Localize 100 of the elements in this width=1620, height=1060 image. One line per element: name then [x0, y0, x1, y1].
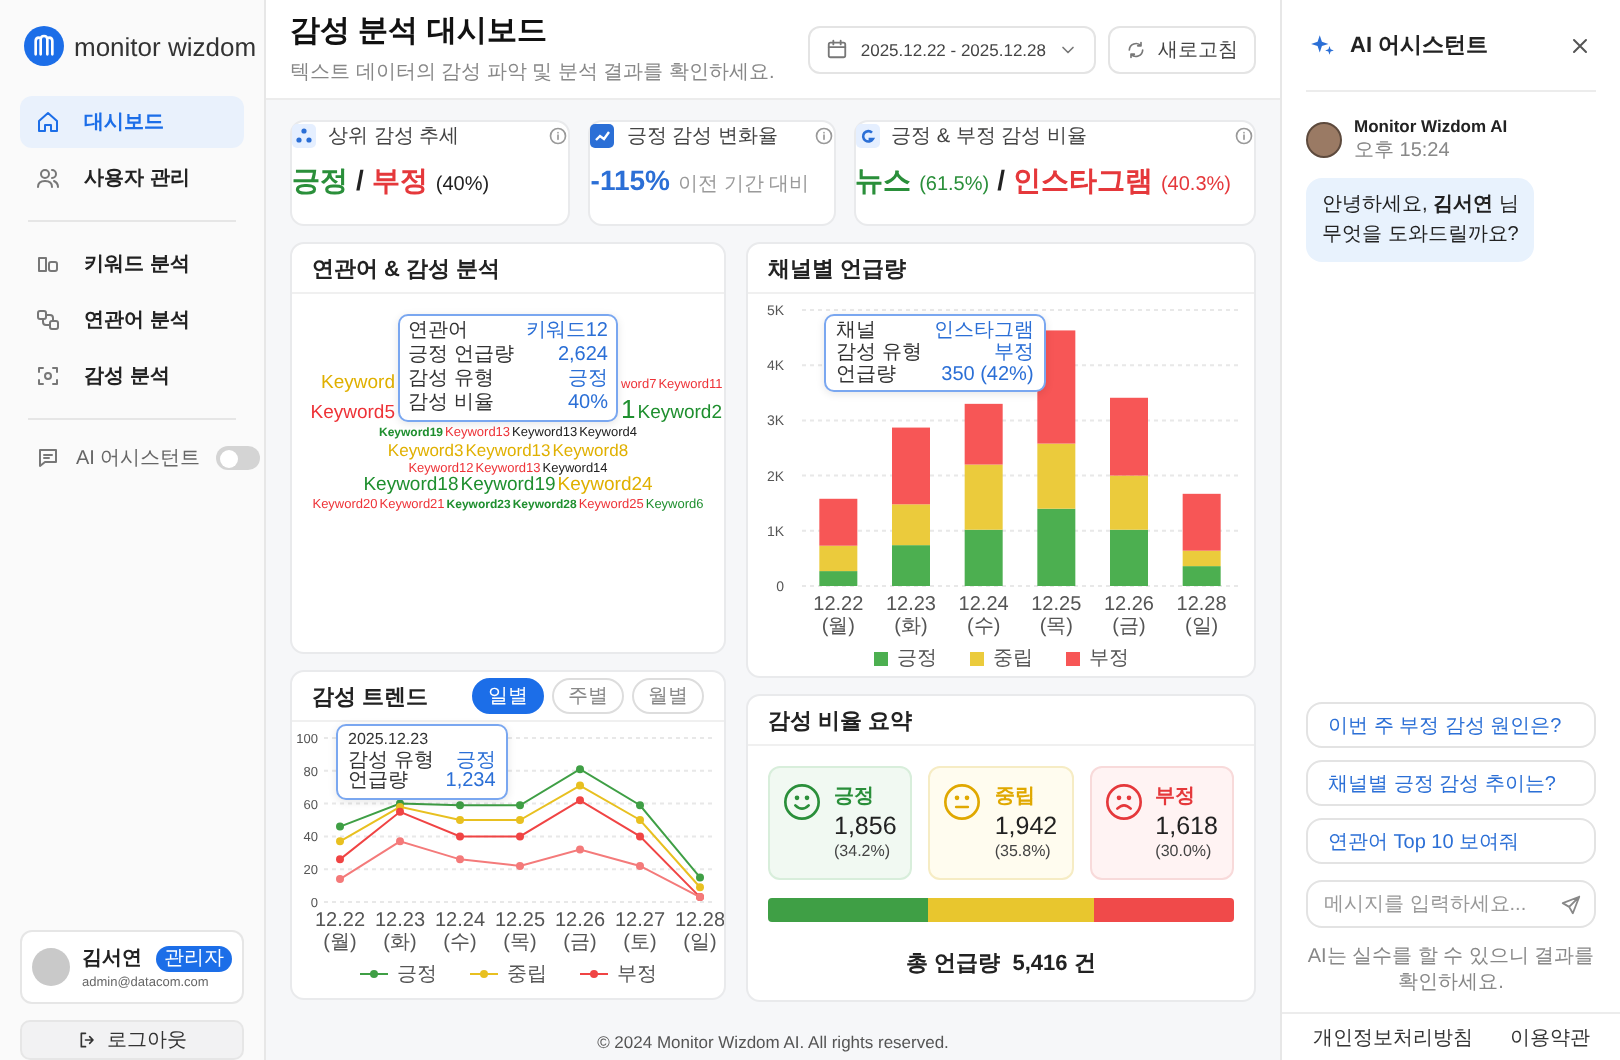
page-subtitle: 텍스트 데이터의 감성 파악 및 분석 결과를 확인하세요.: [290, 60, 775, 86]
tooltip-value: 부정: [991, 342, 1034, 364]
close-button[interactable]: [1568, 33, 1592, 57]
sender-name: Monitor Wizdom AI: [1354, 116, 1508, 136]
stat-label: 긍정 감성 변화율: [626, 124, 780, 150]
stat-value: 부정: [371, 164, 428, 200]
tooltip-value: 키워드12: [523, 320, 608, 344]
axis-label: 12.26 (금): [552, 910, 608, 958]
avatar: [1306, 122, 1342, 158]
legend-item: 중립: [469, 960, 547, 988]
bar: [1110, 529, 1148, 586]
send-icon: [1560, 893, 1582, 915]
tooltip-title: 2025.12.23: [348, 730, 431, 751]
card-title: 채널별 언급량: [768, 255, 907, 283]
data-point: [636, 861, 644, 870]
data-point: [336, 837, 344, 846]
keyword: Keyword2: [637, 403, 722, 426]
stat-value: 긍정: [292, 164, 348, 200]
period-tab[interactable]: 월별: [632, 678, 704, 714]
suggestion-button[interactable]: 이번 주 부정 감성 원인은?: [1306, 702, 1596, 748]
nav-item[interactable]: 연관어 분석: [20, 294, 244, 346]
data-point: [516, 816, 524, 824]
avatar: [32, 948, 70, 986]
data-point: [456, 816, 464, 824]
sentiment-count: 1,856: [834, 812, 897, 840]
axis-label: 12.24 (수): [956, 594, 1011, 642]
tooltip-label: 긍정 언급량: [408, 344, 516, 368]
data-point: [396, 837, 404, 846]
panel-title: AI 어시스턴트: [1350, 32, 1491, 60]
stat-value: /: [997, 164, 1005, 196]
keyword: Keyword13: [465, 441, 551, 462]
footer-link[interactable]: 개인정보처리방침: [1312, 1023, 1473, 1051]
nav-item[interactable]: 대시보드: [20, 96, 244, 148]
tooltip-value: 350 (42%): [939, 364, 1034, 386]
bar: [892, 545, 930, 586]
tooltip-label: 언급량: [836, 364, 898, 386]
axis-label: 12.28 (일): [672, 910, 724, 958]
role-badge: 관리자: [156, 945, 232, 971]
data-point: [636, 832, 644, 841]
nav-item[interactable]: 감성 분석: [20, 350, 244, 402]
tooltip-label: 채널: [836, 320, 878, 342]
stat-value: (61.5%): [919, 174, 990, 196]
data-point: [336, 875, 344, 884]
data-point: [576, 765, 584, 774]
stat-label: 상위 감성 추세: [328, 124, 462, 150]
keyword: Keyword: [321, 374, 395, 396]
suggestion-button[interactable]: 연관어 Top 10 보여줘: [1306, 818, 1596, 864]
date-range-picker[interactable]: 2025.12.22 - 2025.12.28: [808, 25, 1096, 73]
bar: [964, 464, 1003, 530]
logout-button[interactable]: 로그아웃: [20, 1020, 244, 1060]
sad-face-icon: [1103, 782, 1144, 822]
period-tab[interactable]: 일별: [472, 678, 544, 714]
nav-item[interactable]: 키워드 분석: [20, 238, 244, 290]
sentiment-percent: (34.2%): [834, 842, 893, 860]
suggestion-button[interactable]: 채널별 긍정 감성 추이는?: [1306, 760, 1596, 806]
data-point: [336, 855, 344, 864]
legend-item: 긍정: [359, 960, 437, 988]
data-point: [456, 855, 464, 864]
axis-label: 12.25 (목): [492, 910, 548, 958]
logo-icon: [24, 26, 64, 66]
refresh-icon: [1126, 39, 1146, 59]
toggle-switch[interactable]: [216, 446, 261, 470]
stat-value: 인스타그램: [1012, 164, 1153, 200]
tooltip-value: 긍정: [453, 751, 496, 772]
data-point: [456, 801, 464, 810]
stat-value: (40.3%): [1160, 174, 1231, 196]
bar: [1182, 566, 1221, 586]
copyright: © 2024 Monitor Wizdom AI. All rights reserved.: [597, 1032, 949, 1052]
tooltip-value: 40%: [565, 392, 608, 416]
stat-value: (40%): [435, 174, 490, 196]
shapes-icon: [36, 252, 60, 276]
sentiment-percent: (35.8%): [994, 842, 1053, 860]
keyword: 1: [621, 395, 636, 426]
axis-label: 12.28 (일): [1174, 594, 1229, 642]
nav-item[interactable]: 사용자 관리: [20, 152, 244, 204]
legend-item: 부정: [1065, 644, 1129, 672]
info-icon: [1234, 126, 1254, 146]
data-point: [576, 845, 584, 854]
info-icon: [813, 126, 834, 146]
sentiment-label: 부정: [1155, 784, 1198, 810]
toggle-label: AI 어시스턴트: [76, 446, 201, 472]
axis-label: 12.22 (월): [312, 910, 368, 958]
users-icon: [36, 166, 60, 190]
keyword: Keyword19: [460, 475, 556, 498]
bar: [964, 403, 1003, 465]
axis-label: 12.26 (금): [1101, 594, 1156, 642]
data-point: [636, 801, 644, 810]
period-tab[interactable]: 주별: [552, 678, 624, 714]
ring-icon: [855, 124, 880, 148]
calendar-icon: [826, 38, 849, 60]
card-title: 감성 비율 요약: [768, 707, 913, 735]
bar: [1037, 508, 1076, 586]
footer-link[interactable]: 이용약관: [1509, 1023, 1590, 1051]
user-name: 김서연: [82, 946, 142, 972]
message-input[interactable]: 메시지를 입력하세요...: [1306, 880, 1596, 928]
axis-label: 12.23 (화): [372, 910, 428, 958]
axis-label: 12.22 (월): [811, 594, 866, 642]
refresh-button[interactable]: 새로고침: [1108, 25, 1256, 73]
page-title: 감성 분석 대시보드: [290, 12, 549, 50]
nodes-icon: [292, 124, 316, 148]
